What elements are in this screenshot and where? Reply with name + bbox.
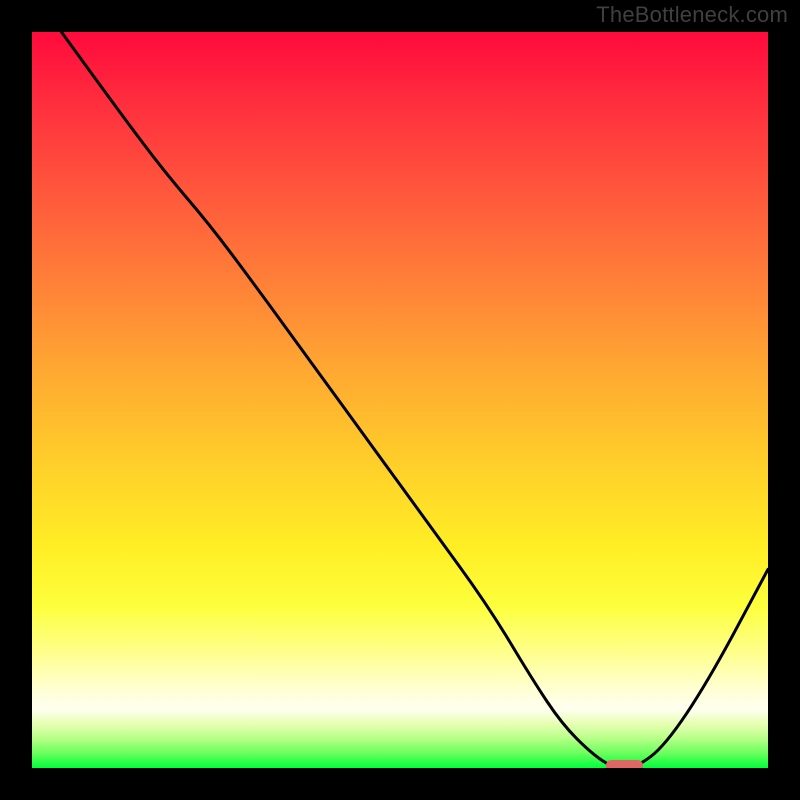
marker-layer xyxy=(32,32,768,768)
watermark-text: TheBottleneck.com xyxy=(596,2,788,28)
plot-area xyxy=(32,32,768,768)
chart-frame: TheBottleneck.com xyxy=(0,0,800,800)
optimal-range-marker xyxy=(606,760,643,768)
